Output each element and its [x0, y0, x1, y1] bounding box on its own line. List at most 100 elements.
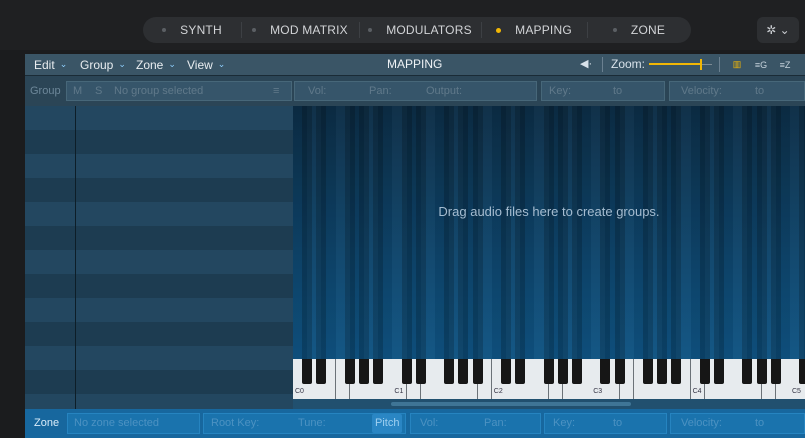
octave-label: C5 [792, 388, 801, 395]
black-key[interactable] [501, 359, 511, 384]
key-lanes [293, 106, 805, 361]
black-key[interactable] [401, 359, 412, 384]
black-key[interactable] [799, 359, 805, 384]
top-tab-bar: SYNTH MOD MATRIX MODULATORS MAPPING ZONE… [0, 0, 805, 50]
black-key[interactable] [344, 359, 355, 384]
black-key[interactable] [671, 359, 682, 384]
black-key[interactable] [714, 359, 724, 384]
black-key[interactable] [515, 359, 526, 384]
tab-modulators[interactable]: MODULATORS [359, 17, 481, 43]
divider [75, 106, 76, 409]
chevron-down-icon: ⌄ [217, 59, 226, 69]
octave-label: C1 [394, 388, 404, 395]
black-key-lane [415, 106, 426, 361]
zoom-slider-handle[interactable] [700, 59, 703, 70]
octave-label: C2 [493, 388, 503, 395]
black-key[interactable] [756, 359, 767, 384]
black-key[interactable] [316, 359, 327, 384]
list-icon[interactable]: ≡ [273, 81, 279, 101]
tab-zone[interactable]: ZONE [587, 17, 691, 43]
octave-label: C0 [295, 388, 304, 395]
group-vol-label: Vol: [308, 85, 327, 97]
zoom-slider[interactable] [649, 59, 712, 70]
black-key-lane [444, 106, 455, 361]
black-key-lane [316, 106, 327, 361]
zone-pan-label: Pan: [484, 417, 507, 429]
mapping-editor[interactable]: Drag audio files here to create groups. … [293, 106, 805, 409]
tab-mapping[interactable]: MAPPING [481, 17, 587, 43]
black-key[interactable] [543, 359, 554, 384]
zone-menu[interactable]: Zone ⌄ [136, 54, 176, 75]
black-key-lane [501, 106, 511, 361]
zoom-slider-fill [649, 63, 702, 65]
black-key[interactable] [373, 359, 384, 384]
black-key[interactable] [699, 359, 710, 384]
tab-synth[interactable]: SYNTH [143, 17, 241, 43]
black-key[interactable] [572, 359, 582, 384]
group-key-label: Key: [549, 85, 572, 97]
scrollbar-thumb[interactable] [391, 402, 631, 406]
black-key[interactable] [444, 359, 455, 384]
edit-menu[interactable]: Edit ⌄ [34, 54, 67, 75]
tab-label: MODULATORS [386, 23, 472, 37]
tab-label: MOD MATRIX [270, 23, 348, 37]
group-pan-label: Pan: [369, 85, 392, 97]
group-menu[interactable]: Group ⌄ [80, 54, 126, 75]
edit-menu-label: Edit [34, 57, 55, 72]
black-key[interactable] [302, 359, 313, 384]
black-key[interactable] [657, 359, 668, 384]
black-key-lane [359, 106, 369, 361]
zone-key-to-label: to [613, 417, 623, 429]
tab-indicator-dot-active [496, 27, 502, 33]
black-key-lane [714, 106, 724, 361]
black-key[interactable] [415, 359, 426, 384]
horizontal-scrollbar[interactable] [293, 399, 805, 409]
group-list-pane[interactable] [25, 106, 293, 418]
solo-button[interactable]: S [95, 81, 102, 101]
black-key[interactable] [643, 359, 653, 384]
black-key[interactable] [600, 359, 611, 384]
settings-button[interactable]: ✲ ⌄ [757, 17, 799, 43]
zoom-label: Zoom: [611, 57, 646, 71]
zone-velocity-label: Velocity: [681, 417, 722, 429]
zone-vol-label: Vol: [420, 417, 439, 429]
view-menu[interactable]: View ⌄ [187, 54, 225, 75]
mute-button[interactable]: M [73, 81, 82, 101]
zone-list-view-icon[interactable]: ≡Z [775, 57, 795, 72]
group-mix-field[interactable] [294, 81, 537, 101]
group-list-row [25, 274, 293, 298]
black-key-lane [373, 106, 384, 361]
black-key[interactable] [742, 359, 753, 384]
group-output-label: Output: [426, 85, 463, 97]
zone-tune-label: Tune: [298, 417, 326, 429]
group-parameter-row: Group M S No group selected ≡ Vol: Pan: … [25, 76, 805, 106]
piano-keyboard[interactable]: C0 C1 C2 C3 C4 C5 [293, 359, 805, 399]
group-list-row [25, 130, 293, 154]
black-key[interactable] [557, 359, 568, 384]
group-menu-label: Group [80, 57, 114, 72]
tab-mod-matrix[interactable]: MOD MATRIX [241, 17, 359, 43]
tab-label: MAPPING [515, 23, 572, 37]
mapping-menubar: Edit ⌄ Group ⌄ Zone ⌄ View ⌄ MAPPING ◀· Zoom… [25, 54, 805, 76]
tab-label: SYNTH [180, 23, 222, 37]
black-key-lane [302, 106, 313, 361]
divider [719, 57, 720, 72]
black-key-lane [699, 106, 710, 361]
pitch-toggle[interactable]: Pitch [372, 414, 403, 433]
keyboard-view-icon[interactable]: ▥ [727, 57, 747, 72]
group-key-to-label: to [613, 85, 623, 97]
group-list-view-icon[interactable]: ≡G [751, 57, 771, 72]
view-menu-label: View [187, 57, 213, 72]
black-key[interactable] [458, 359, 469, 384]
tab-indicator-dot [612, 28, 617, 32]
divider [602, 57, 603, 72]
black-key[interactable] [359, 359, 369, 384]
black-key[interactable] [614, 359, 625, 384]
speaker-icon[interactable]: ◀· [580, 54, 592, 75]
black-key[interactable] [770, 359, 781, 384]
zone-root-key-label: Root Key: [211, 417, 260, 429]
black-key[interactable] [472, 359, 483, 384]
black-key-lane [614, 106, 625, 361]
black-key-lane [515, 106, 526, 361]
black-key-lane [572, 106, 582, 361]
